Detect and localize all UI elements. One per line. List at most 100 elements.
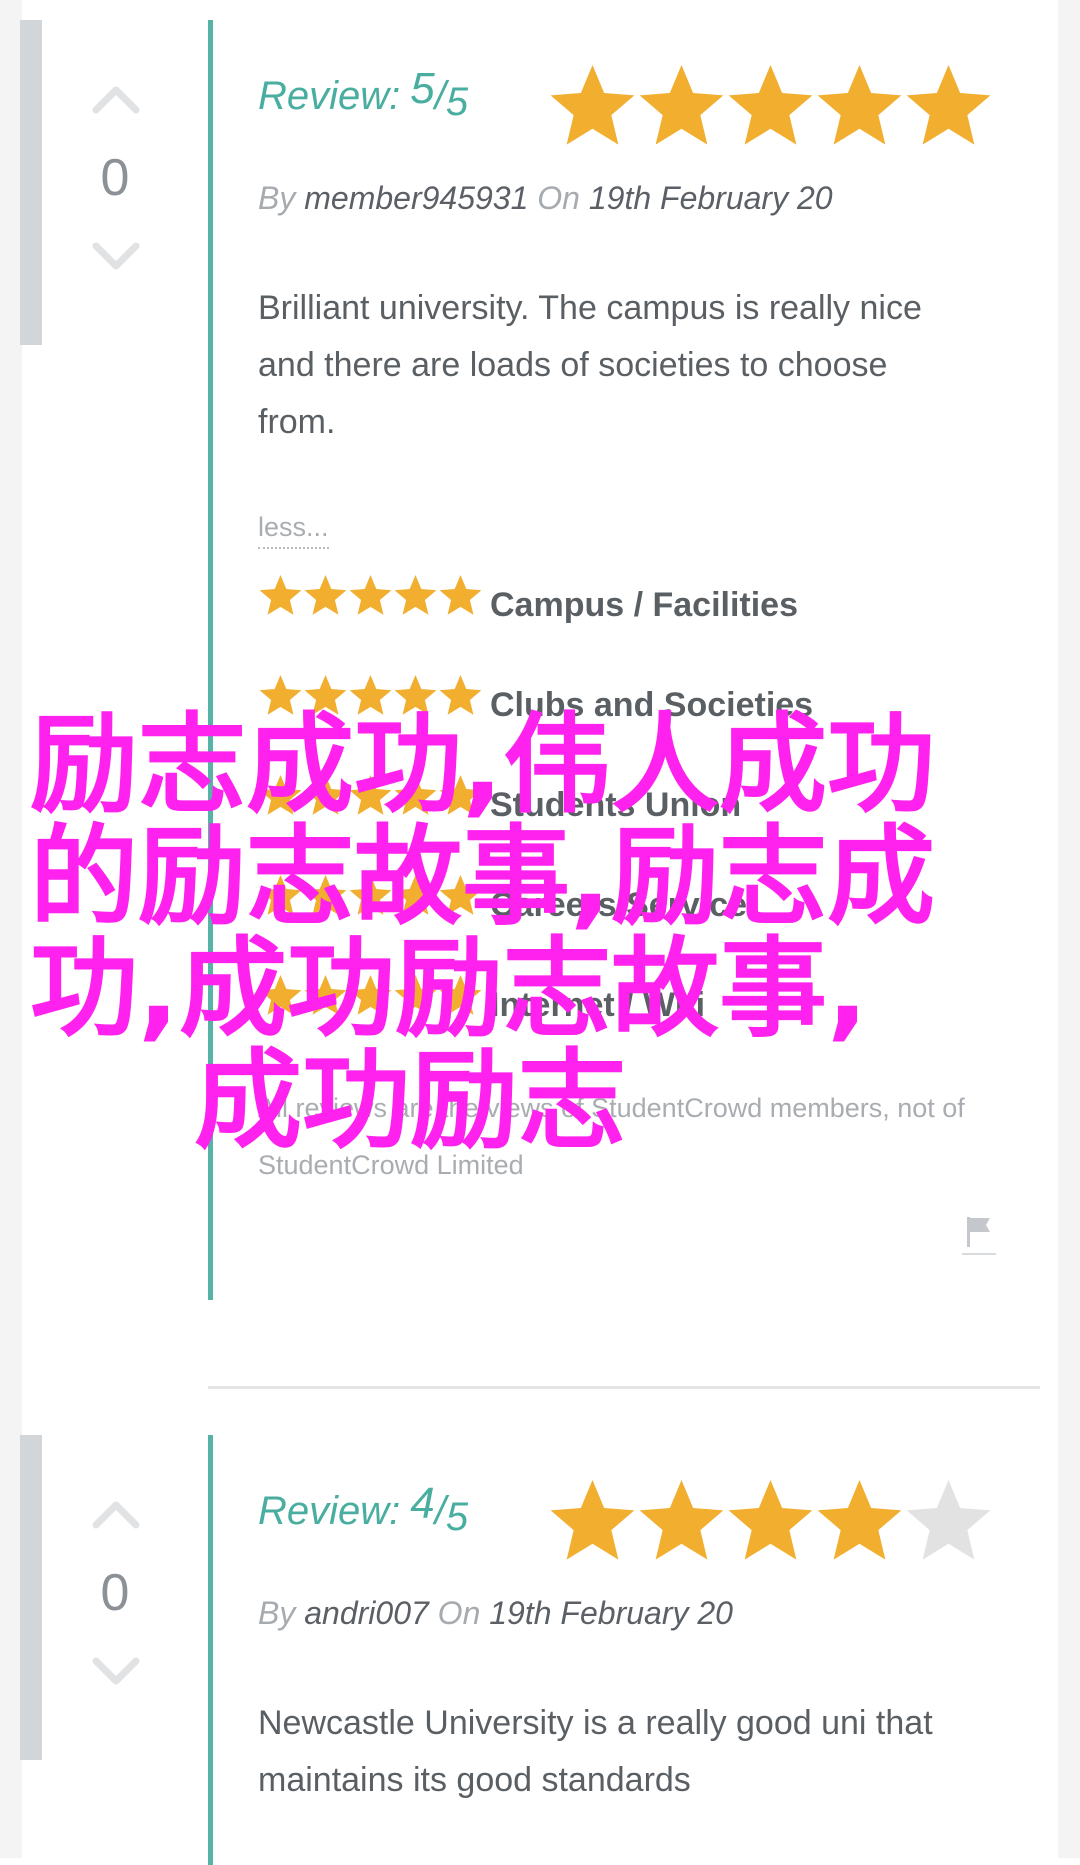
star-filled-icon [304,875,347,915]
chevron-down-icon [92,1657,140,1685]
review-date: 19th February 20 [588,180,833,216]
star-rating-svg [259,575,482,615]
review-author[interactable]: andri007 [304,1595,429,1631]
star-filled-icon [394,775,437,815]
byline-by: By [258,180,296,216]
star-filled-icon [817,65,902,145]
star-filled-icon [439,575,482,615]
star-filled-icon [304,775,347,815]
category-stars [258,672,482,728]
star-filled-icon [728,65,813,145]
star-filled-icon [639,1480,724,1560]
flag-icon [967,1217,990,1247]
star-rating-svg [550,1480,991,1560]
category-label: Internet / Wifi [490,986,706,1024]
category-clubs-societies: Clubs and Societies [258,672,1018,732]
review-title: Review: 5/5 [258,64,469,140]
chevron-up-icon [92,1501,140,1529]
star-empty-icon [906,1480,991,1560]
category-internet-wifi: Internet / Wifi [258,972,1018,1032]
review-label: Review: [258,1489,401,1533]
overall-rating-stars [548,1477,998,1577]
star-filled-icon [439,775,482,815]
star-rating-svg [259,675,482,715]
category-stars [258,872,482,928]
vote-bar [20,20,42,345]
category-label: Careers Service [490,886,748,924]
review-score: 5 [410,64,435,113]
report-flag-button[interactable] [962,1213,996,1255]
star-filled-icon [439,975,482,1015]
star-filled-icon [439,675,482,715]
star-filled-icon [304,575,347,615]
star-filled-icon [259,875,302,915]
star-filled-icon [259,575,302,615]
review-byline: By andri007 On 19th February 20 [258,1595,733,1632]
star-filled-icon [394,575,437,615]
review-page: 0 Review: 5/5 By member945931 On 19th Feb… [0,0,1080,1865]
review-score: 4 [410,1479,435,1528]
star-filled-icon [550,1480,635,1560]
review-accent-line [208,20,213,1300]
star-filled-icon [259,975,302,1015]
upvote-button[interactable] [86,1493,146,1533]
review-score-slash: / [434,1489,446,1533]
less-link[interactable]: less... [258,512,329,549]
star-filled-icon [304,675,347,715]
review-card: 0 Review: 5/5 By member945931 On 19th Feb… [0,20,1080,1300]
byline-on: On [537,180,580,216]
star-filled-icon [259,675,302,715]
review-score-max: 5 [445,1495,469,1539]
review-label: Review: [258,74,401,118]
category-label: Students Union [490,786,742,824]
overall-rating-stars [548,62,998,162]
category-campus-facilities: Campus / Facilities [258,572,1018,632]
star-filled-icon [817,1480,902,1560]
review-byline: By member945931 On 19th February 20 [258,180,833,217]
star-filled-icon [349,575,392,615]
star-filled-icon [728,1480,813,1560]
star-filled-icon [349,775,392,815]
star-rating-svg [259,775,482,815]
star-rating-svg [550,65,991,145]
byline-on: On [437,1595,481,1631]
chevron-down-icon [92,242,140,270]
star-filled-icon [349,975,392,1015]
star-rating-svg [259,975,482,1015]
byline-by: By [258,1595,296,1631]
category-stars [258,772,482,828]
star-filled-icon [259,775,302,815]
review-score-max: 5 [445,80,469,124]
chevron-up-icon [92,86,140,114]
star-filled-icon [394,675,437,715]
star-filled-icon [439,875,482,915]
review-body: Newcastle University is a really good un… [258,1704,933,1799]
star-filled-icon [394,975,437,1015]
vote-count: 0 [100,1564,130,1622]
star-filled-icon [550,65,635,145]
review-card: 0 Review: 4/5 By andri007 On 19th Februar… [0,1435,1080,1865]
review-date: 19th February 20 [489,1595,733,1631]
star-filled-icon [349,675,392,715]
upvote-button[interactable] [86,78,146,118]
category-stars [258,572,482,628]
star-filled-icon [906,65,991,145]
downvote-button[interactable] [86,238,146,278]
category-careers-service: Careers Service [258,872,1018,932]
star-filled-icon [304,975,347,1015]
star-rating-svg [259,875,482,915]
category-label: Campus / Facilities [490,586,798,624]
review-disclaimer: All reviews are the views of StudentCrow… [258,1093,965,1180]
category-label: Clubs and Societies [490,686,814,724]
vote-bar [20,1435,42,1760]
review-body: Brilliant university. The campus is real… [258,289,922,441]
star-filled-icon [394,875,437,915]
category-stars [258,972,482,1028]
category-students-union: Students Union [258,772,1018,832]
review-author[interactable]: member945931 [304,180,528,216]
downvote-button[interactable] [86,1653,146,1693]
vote-count: 0 [100,149,130,207]
review-title: Review: 4/5 [258,1479,469,1555]
review-divider [208,1386,1040,1389]
star-filled-icon [349,875,392,915]
